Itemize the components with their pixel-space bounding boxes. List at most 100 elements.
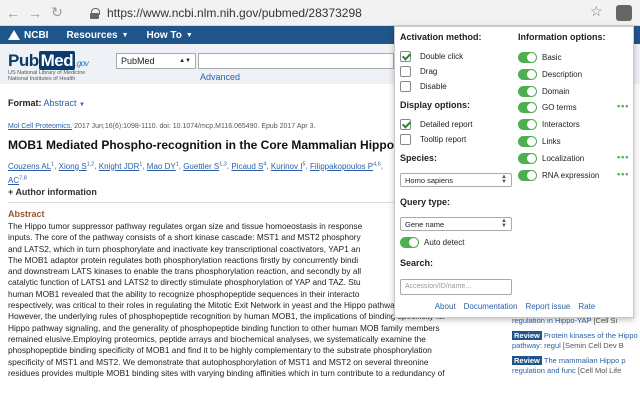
ncbi-logo[interactable]: NCBI: [8, 30, 48, 41]
option-label: Detailed report: [420, 120, 473, 129]
info-option-links[interactable]: Links: [518, 136, 561, 147]
author-link[interactable]: Xiong S1,2: [59, 161, 95, 171]
caret-down-icon: ▼: [185, 31, 193, 39]
format-selector[interactable]: Format: Abstract ▼: [8, 98, 85, 108]
info-option-basic[interactable]: Basic: [518, 52, 562, 63]
footer-link-report-issue[interactable]: Report issue: [525, 302, 570, 311]
abstract-line: Hippo pathway signaling, and the general…: [8, 322, 440, 333]
search-heading: Search:: [400, 258, 434, 268]
checkbox-icon[interactable]: [400, 134, 411, 145]
author-link[interactable]: AC7,8: [8, 176, 27, 186]
option-label: RNA expression: [542, 170, 600, 180]
popup-footer: About Documentation Report issue Rate: [395, 302, 635, 311]
display-option-tooltip-report[interactable]: Tooltip report: [400, 134, 466, 145]
bookmark-star-icon[interactable]: ☆: [590, 3, 603, 20]
footer-link-about[interactable]: About: [435, 302, 456, 311]
more-options-icon[interactable]: •••: [617, 152, 629, 162]
reload-icon[interactable]: ↻: [48, 4, 66, 22]
author-link[interactable]: Kurinov I5: [271, 161, 306, 171]
author-information-toggle[interactable]: + Author information: [8, 187, 97, 197]
browser-toolbar: ← → ↻ https://www.ncbi.nlm.nih.gov/pubme…: [0, 0, 640, 26]
option-label: Drag: [420, 67, 438, 76]
toggle-switch-icon: [518, 52, 537, 63]
option-label: Double click: [420, 52, 464, 61]
query-type-select[interactable]: Gene name ▲ ▼: [400, 217, 512, 231]
species-heading: Species:: [400, 153, 438, 163]
information-options-heading: Information options:: [518, 32, 606, 42]
select-arrows-icon: ▲▼: [179, 58, 191, 64]
abstract-line: phosphopeptide binding specificity of MO…: [8, 345, 432, 356]
info-option-rna-expression[interactable]: RNA expression: [518, 169, 600, 181]
more-options-icon[interactable]: •••: [617, 101, 629, 111]
checkbox-icon[interactable]: [400, 66, 411, 77]
similar-articles-sidebar: regulation in Hippo-YAP [Cell Si Review P…: [512, 316, 640, 381]
pubmed-logo[interactable]: Pub Med .gov: [8, 51, 89, 71]
author-link[interactable]: Knight JDR1: [99, 161, 143, 171]
toggle-switch-icon: [518, 85, 537, 97]
address-bar[interactable]: https://www.ncbi.nlm.nih.gov/pubmed/2837…: [90, 3, 610, 23]
advanced-search-link[interactable]: Advanced: [200, 72, 240, 82]
extension-icon[interactable]: [616, 5, 632, 21]
ncbi-logo-icon: [8, 30, 20, 40]
info-option-domain[interactable]: Domain: [518, 85, 570, 97]
more-options-icon[interactable]: •••: [617, 169, 629, 179]
plus-icon: +: [8, 187, 14, 197]
species-select[interactable]: Homo sapiens ▲ ▼: [400, 173, 512, 187]
database-select[interactable]: PubMed ▲▼: [116, 53, 196, 69]
option-label: Localization: [542, 153, 585, 163]
toggle-switch-icon: [518, 102, 537, 114]
similar-article[interactable]: Review Protein kinases of the Hippo pathw…: [512, 331, 640, 351]
option-label: Basic: [542, 53, 562, 62]
option-label: GO terms: [542, 103, 577, 113]
caret-down-icon: ▼: [121, 31, 129, 39]
footer-link-documentation[interactable]: Documentation: [464, 302, 518, 311]
auto-detect-toggle[interactable]: Auto detect: [400, 237, 464, 248]
extension-popup: Activation method: Double click Drag Disab…: [394, 26, 634, 318]
option-label: Links: [542, 137, 561, 146]
howto-menu[interactable]: How To ▼: [147, 30, 193, 41]
checkbox-checked-icon[interactable]: [400, 119, 411, 130]
option-label: Interactors: [542, 120, 580, 130]
abstract-line: residues provides multiple MOB1 binding …: [8, 367, 445, 378]
activation-option-disable[interactable]: Disable: [400, 81, 447, 92]
display-option-detailed-report[interactable]: Detailed report: [400, 119, 472, 130]
select-arrows-icon: ▲▼: [501, 218, 507, 229]
toggle-switch-icon: [518, 68, 537, 80]
info-option-localization[interactable]: Localization: [518, 152, 585, 164]
select-arrows-icon: ▲▼: [501, 174, 507, 185]
activation-option-double-click[interactable]: Double click: [400, 51, 463, 62]
author-link[interactable]: Mao DY1: [147, 161, 179, 171]
forward-arrow-icon[interactable]: →: [26, 4, 44, 22]
activation-option-drag[interactable]: Drag: [400, 66, 437, 77]
display-heading: Display options:: [400, 100, 471, 110]
info-option-interactors[interactable]: Interactors: [518, 119, 580, 131]
toggle-switch-icon: [518, 136, 537, 147]
checkbox-icon[interactable]: [400, 81, 411, 92]
journal-link[interactable]: Mol Cell Proteomics.: [8, 123, 72, 130]
checkbox-checked-icon[interactable]: [400, 51, 411, 62]
author-link[interactable]: Guettler S1,3: [183, 161, 227, 171]
review-badge: Review: [512, 331, 542, 340]
similar-article[interactable]: Review The mammalian Hippo p regulation a…: [512, 356, 640, 376]
toggle-switch-icon: [518, 152, 537, 164]
author-link[interactable]: Couzens AL1: [8, 161, 54, 171]
author-list: Couzens AL1, Xiong S1,2, Knight JDR1, Ma…: [8, 161, 384, 186]
author-link[interactable]: Filippakopoulos P4,6: [310, 161, 381, 171]
option-label: Description: [542, 69, 583, 79]
toggle-switch-icon: [400, 237, 419, 248]
abstract-line: remained elusive.Employing proteomics, p…: [8, 333, 426, 344]
toggle-switch-icon: [518, 169, 537, 181]
resources-menu[interactable]: Resources ▼: [66, 30, 128, 41]
back-arrow-icon[interactable]: ←: [4, 4, 22, 22]
lock-icon: [90, 7, 100, 19]
url-text: https://www.ncbi.nlm.nih.gov/pubmed/2837…: [107, 6, 362, 20]
activation-heading: Activation method:: [400, 32, 482, 42]
author-link[interactable]: Picaud S4: [231, 161, 266, 171]
search-input[interactable]: [198, 53, 394, 69]
footer-link-rate[interactable]: Rate: [578, 302, 595, 311]
option-label: Disable: [420, 82, 447, 91]
info-option-go-terms[interactable]: GO terms: [518, 102, 577, 114]
popup-search-input[interactable]: Accession/ID/name...: [400, 279, 512, 295]
article-title: MOB1 Mediated Phospho-recognition in the…: [8, 138, 395, 152]
info-option-description[interactable]: Description: [518, 68, 583, 80]
